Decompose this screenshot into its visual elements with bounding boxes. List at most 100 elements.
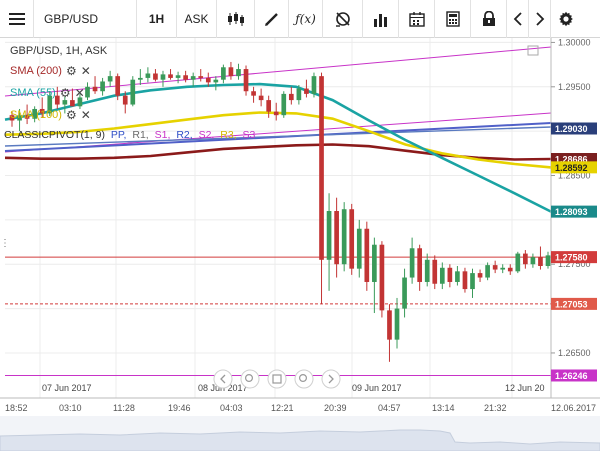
gear-icon[interactable]: ⚙: [66, 64, 77, 78]
candle[interactable]: [341, 209, 347, 265]
candle[interactable]: [243, 69, 249, 92]
candle[interactable]: [492, 265, 498, 270]
candle[interactable]: [92, 86, 98, 92]
candle[interactable]: [545, 255, 551, 267]
calculator-button[interactable]: [435, 0, 471, 38]
candle[interactable]: [523, 253, 528, 265]
candle[interactable]: [221, 67, 226, 80]
candle[interactable]: [304, 88, 309, 94]
draw-tool-button[interactable]: [255, 0, 289, 38]
candle[interactable]: [417, 248, 423, 282]
indicator-sma100[interactable]: SMA (100) ⚙ ✕: [10, 108, 91, 122]
candle[interactable]: [85, 86, 90, 98]
time-axis[interactable]: [0, 399, 600, 415]
candle[interactable]: [183, 75, 188, 80]
candle[interactable]: [160, 74, 166, 80]
candle[interactable]: [447, 267, 453, 282]
menu-button[interactable]: [0, 0, 34, 38]
candle[interactable]: [319, 76, 324, 260]
symbol-selector[interactable]: GBP/USD: [34, 0, 137, 38]
candle[interactable]: [379, 244, 385, 311]
candle[interactable]: [387, 310, 392, 340]
candle[interactable]: [273, 111, 279, 116]
candle[interactable]: [462, 271, 468, 290]
price-side-selector[interactable]: ASK: [177, 0, 217, 38]
candle[interactable]: [364, 228, 370, 282]
candle[interactable]: [507, 267, 513, 272]
candle[interactable]: [70, 100, 75, 107]
candle[interactable]: [372, 244, 377, 282]
reset-zoom-button[interactable]: [267, 369, 287, 389]
candle[interactable]: [538, 257, 543, 267]
candle[interactable]: [205, 77, 211, 83]
candle[interactable]: [100, 81, 105, 92]
lock-button[interactable]: [471, 0, 507, 38]
candle[interactable]: [402, 277, 407, 309]
candle[interactable]: [409, 248, 415, 278]
candle[interactable]: [236, 69, 241, 77]
candle[interactable]: [349, 209, 355, 269]
close-icon[interactable]: ✕: [81, 108, 91, 122]
timeframe-selector[interactable]: 1H: [137, 0, 177, 38]
indicators-button[interactable]: ƒ(x): [289, 0, 323, 38]
candle[interactable]: [424, 259, 430, 282]
candle[interactable]: [515, 253, 521, 272]
close-icon[interactable]: ✕: [75, 86, 85, 100]
candle[interactable]: [115, 76, 121, 96]
sma55-line[interactable]: [4, 82, 552, 213]
indicator-sma55[interactable]: SMA (55) ⚙ ✕: [10, 86, 85, 100]
candle[interactable]: [130, 79, 136, 105]
candle[interactable]: [251, 91, 256, 96]
candle[interactable]: [311, 76, 317, 94]
candle[interactable]: [485, 265, 490, 278]
pane-resize-handle[interactable]: ⋮: [0, 238, 10, 249]
candle[interactable]: [198, 76, 204, 78]
candle[interactable]: [153, 73, 158, 80]
chart-area[interactable]: 1.30000 1.29500 1.28500 1.27500 1.26500 1.29…: [0, 38, 600, 451]
candle[interactable]: [470, 273, 475, 290]
candle[interactable]: [107, 76, 113, 82]
candle[interactable]: [62, 100, 68, 105]
candle[interactable]: [394, 308, 400, 340]
price-chart[interactable]: 1.300001.295001.285001.275001.26500 1.29…: [0, 38, 600, 451]
candle[interactable]: [213, 79, 219, 83]
candle[interactable]: [334, 211, 339, 265]
candle[interactable]: [326, 211, 332, 260]
candle[interactable]: [439, 267, 445, 284]
hide-drawings-button[interactable]: [323, 0, 363, 38]
candle[interactable]: [288, 93, 294, 101]
candle[interactable]: [356, 228, 362, 269]
candle[interactable]: [296, 88, 302, 101]
close-icon[interactable]: ✕: [81, 64, 91, 78]
zoom-back-button[interactable]: [213, 369, 233, 389]
candle[interactable]: [137, 77, 143, 80]
candle[interactable]: [228, 67, 234, 77]
scroll-right-button[interactable]: [529, 0, 551, 38]
candle[interactable]: [455, 271, 460, 282]
maximize-icon[interactable]: [527, 45, 539, 56]
candle[interactable]: [175, 75, 181, 78]
candle[interactable]: [168, 74, 173, 78]
candle[interactable]: [477, 273, 483, 278]
candle[interactable]: [190, 76, 196, 80]
settings-button[interactable]: [551, 0, 580, 38]
candle[interactable]: [281, 93, 287, 116]
candle[interactable]: [500, 267, 506, 270]
gear-icon[interactable]: ⚙: [66, 108, 77, 122]
candle[interactable]: [266, 100, 272, 112]
scroll-left-button[interactable]: [507, 0, 529, 38]
zoom-in-button[interactable]: [294, 369, 314, 389]
candle[interactable]: [530, 257, 536, 265]
gear-icon[interactable]: ⚙: [60, 86, 71, 100]
chart-type-button[interactable]: [217, 0, 255, 38]
candle[interactable]: [432, 259, 438, 284]
candle[interactable]: [122, 95, 128, 105]
candle[interactable]: [145, 73, 151, 78]
calendar-button[interactable]: [399, 0, 435, 38]
candle[interactable]: [258, 95, 264, 101]
indicator-classic-pivot[interactable]: CLASSICPIVOT(1, 9) PP, R1, S1, R2, S2, R…: [4, 129, 255, 141]
volume-button[interactable]: [363, 0, 399, 38]
zoom-out-button[interactable]: [240, 369, 260, 389]
indicator-sma200[interactable]: SMA (200) ⚙ ✕: [10, 64, 91, 78]
zoom-forward-button[interactable]: [321, 369, 341, 389]
